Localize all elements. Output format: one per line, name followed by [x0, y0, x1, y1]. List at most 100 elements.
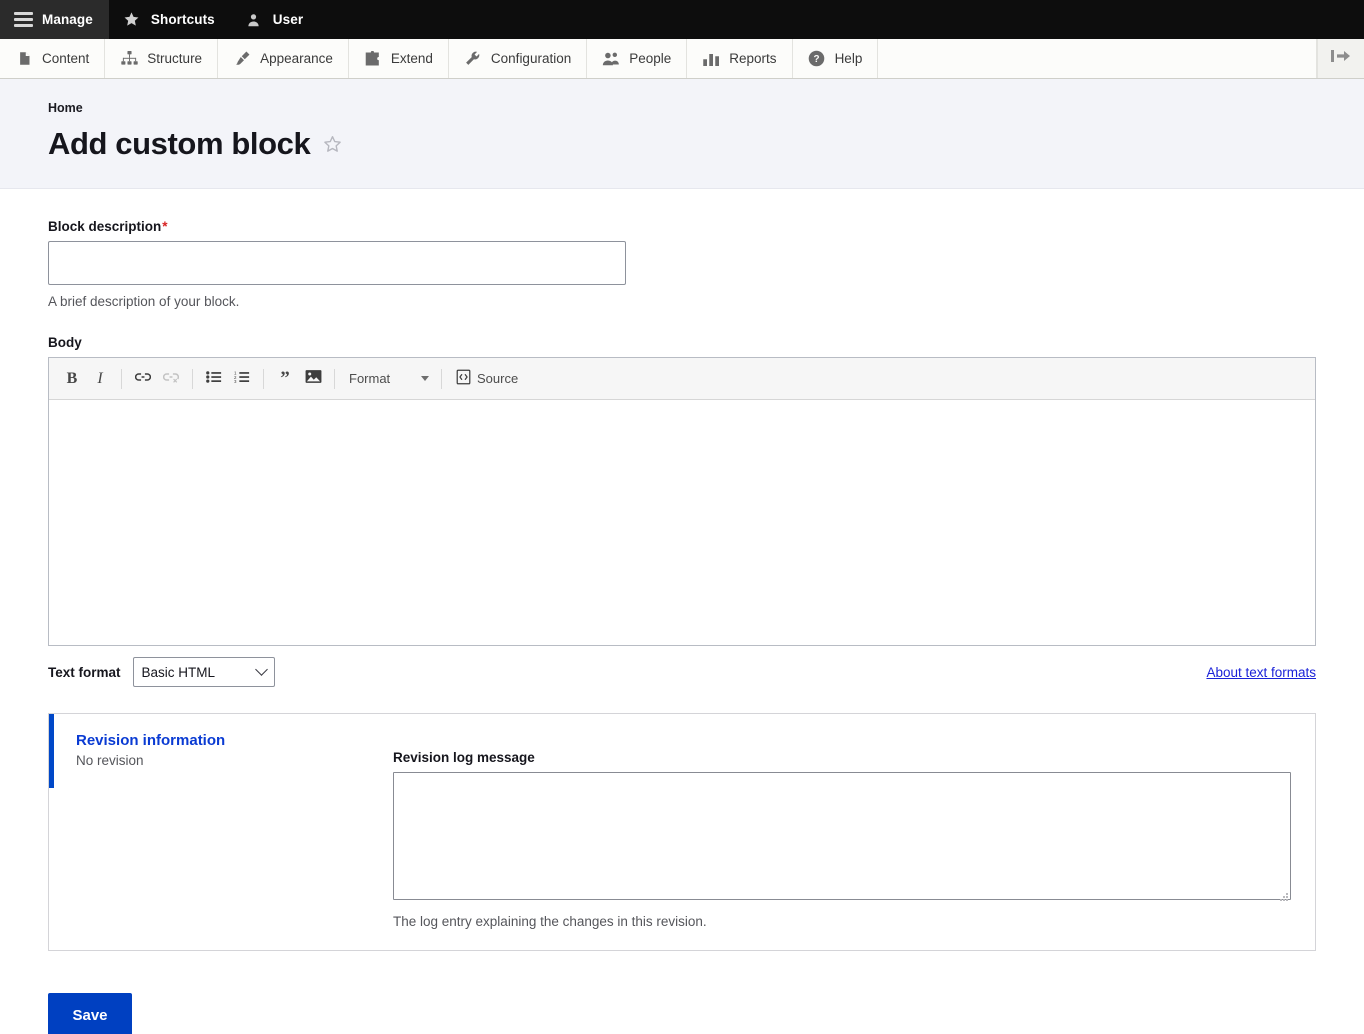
menu-item-structure-label: Structure — [147, 51, 203, 66]
paintbrush-icon — [233, 50, 251, 68]
italic-icon: I — [97, 369, 103, 387]
toolbar-tab-manage-label: Manage — [42, 12, 93, 27]
field-block-description: Block description* A brief description o… — [48, 219, 1316, 309]
chevron-down-icon — [421, 376, 429, 381]
menu-item-appearance-label: Appearance — [260, 51, 333, 66]
page-title-row: Add custom block — [48, 126, 1316, 162]
revision-pane: Revision log message The log entry expla… — [371, 714, 1321, 929]
numbered-list-icon: 1 2 3 — [234, 370, 250, 388]
vertical-tab-revision-information[interactable]: Revision information No revision — [49, 714, 371, 788]
question-circle-icon: ? — [808, 50, 826, 68]
menu-item-configuration[interactable]: Configuration — [449, 39, 588, 78]
toolbar-tab-user[interactable]: User — [231, 0, 319, 39]
admin-menu-bar: Content Structure Appearance Extend Conf… — [0, 39, 1364, 79]
menu-item-structure[interactable]: Structure — [105, 39, 219, 78]
image-icon — [305, 369, 322, 388]
block-description-label: Block description* — [48, 219, 1316, 234]
vertical-tab-title: Revision information — [76, 732, 226, 749]
text-format-select-wrap: Basic HTML — [132, 657, 275, 687]
format-dropdown[interactable]: Format — [343, 366, 433, 392]
italic-button[interactable]: I — [87, 366, 113, 392]
vertical-tab-summary: No revision — [76, 753, 144, 768]
breadcrumb-link-home[interactable]: Home — [48, 101, 83, 115]
menu-item-reports[interactable]: Reports — [687, 39, 793, 78]
document-icon — [15, 50, 33, 68]
wrench-icon — [464, 50, 482, 68]
menu-item-content-label: Content — [42, 51, 90, 66]
text-format-select[interactable]: Basic HTML — [132, 657, 275, 687]
breadcrumb: Home — [48, 101, 1316, 115]
toolbar-tab-shortcuts-label: Shortcuts — [150, 12, 215, 27]
menu-item-people-label: People — [629, 51, 672, 66]
source-button-label: Source — [477, 371, 519, 386]
admin-toolbar-bar: Manage Shortcuts User — [0, 0, 1364, 39]
menu-item-appearance[interactable]: Appearance — [218, 39, 349, 78]
revision-log-help: The log entry explaining the changes in … — [393, 914, 707, 929]
image-button[interactable] — [300, 366, 326, 392]
revision-log-wrap — [393, 772, 1291, 905]
block-description-help: A brief description of your block. — [48, 294, 240, 309]
vertical-tabs: Revision information No revision Revisio… — [48, 713, 1316, 951]
block-description-input[interactable] — [48, 241, 626, 285]
menu-item-content[interactable]: Content — [0, 39, 106, 78]
field-body: Body B I 1 2 3 ” Format Source Text form… — [48, 335, 1316, 687]
unlink-icon — [162, 370, 180, 388]
revision-log-label: Revision log message — [393, 750, 535, 765]
source-button[interactable]: Source — [450, 366, 524, 392]
required-marker: * — [162, 219, 168, 234]
star-outline-icon[interactable] — [322, 134, 343, 155]
user-icon — [244, 10, 264, 30]
toolbar-separator — [334, 368, 335, 389]
form-content: Block description* A brief description o… — [0, 189, 1364, 951]
revision-log-textarea[interactable] — [393, 772, 1291, 900]
toolbar-tab-shortcuts[interactable]: Shortcuts — [109, 0, 231, 39]
hamburger-icon — [13, 10, 33, 30]
text-format-label: Text format — [48, 664, 121, 680]
link-button[interactable] — [130, 366, 156, 392]
star-icon — [122, 10, 142, 30]
toolbar-separator — [121, 368, 122, 389]
bar-chart-icon — [702, 50, 720, 68]
source-code-icon — [456, 369, 471, 388]
menu-item-help-label: Help — [834, 51, 863, 66]
blockquote-button[interactable]: ” — [272, 366, 298, 392]
quote-icon: ” — [280, 368, 290, 389]
puzzle-icon — [364, 50, 382, 68]
block-description-label-text: Block description — [48, 219, 162, 234]
link-icon — [134, 370, 152, 388]
toolbar-orientation-toggle[interactable] — [1317, 39, 1364, 78]
svg-text:3: 3 — [234, 379, 237, 384]
numbered-list-button[interactable]: 1 2 3 — [229, 366, 255, 392]
toolbar-tab-user-label: User — [272, 12, 304, 27]
bulleted-list-icon — [206, 370, 222, 388]
toolbar-separator — [192, 368, 193, 389]
save-button[interactable]: Save — [48, 993, 132, 1034]
ckeditor-toolbar: B I 1 2 3 ” Format Source — [49, 358, 1315, 400]
svg-text:?: ? — [814, 54, 820, 65]
toolbar-separator — [263, 368, 264, 389]
body-label: Body — [48, 335, 82, 350]
menu-item-reports-label: Reports — [729, 51, 777, 66]
menu-spacer — [878, 39, 1317, 78]
about-text-formats-link[interactable]: About text formats — [1206, 665, 1316, 680]
ckeditor-container: B I 1 2 3 ” Format Source — [48, 357, 1316, 646]
toolbar-tab-manage[interactable]: Manage — [0, 0, 109, 39]
sitemap-icon — [120, 50, 138, 68]
menu-item-extend[interactable]: Extend — [349, 39, 449, 78]
text-format-row: Text format Basic HTML About text format… — [48, 657, 1316, 687]
bold-icon: B — [66, 369, 78, 387]
people-icon — [602, 50, 620, 68]
form-actions: Save — [0, 951, 1364, 1034]
ckeditor-editing-area[interactable] — [49, 400, 1315, 645]
bulleted-list-button[interactable] — [201, 366, 227, 392]
toolbar-separator — [441, 368, 442, 389]
menu-item-help[interactable]: ? Help — [793, 39, 879, 78]
menu-item-extend-label: Extend — [390, 51, 433, 66]
page-header: Home Add custom block — [0, 79, 1364, 189]
bold-button[interactable]: B — [59, 366, 85, 392]
vertical-orientation-icon — [1330, 48, 1352, 69]
menu-item-people[interactable]: People — [587, 39, 688, 78]
menu-item-configuration-label: Configuration — [490, 51, 572, 66]
page-title: Add custom block — [48, 126, 311, 161]
vertical-tabs-menu: Revision information No revision — [49, 714, 371, 788]
